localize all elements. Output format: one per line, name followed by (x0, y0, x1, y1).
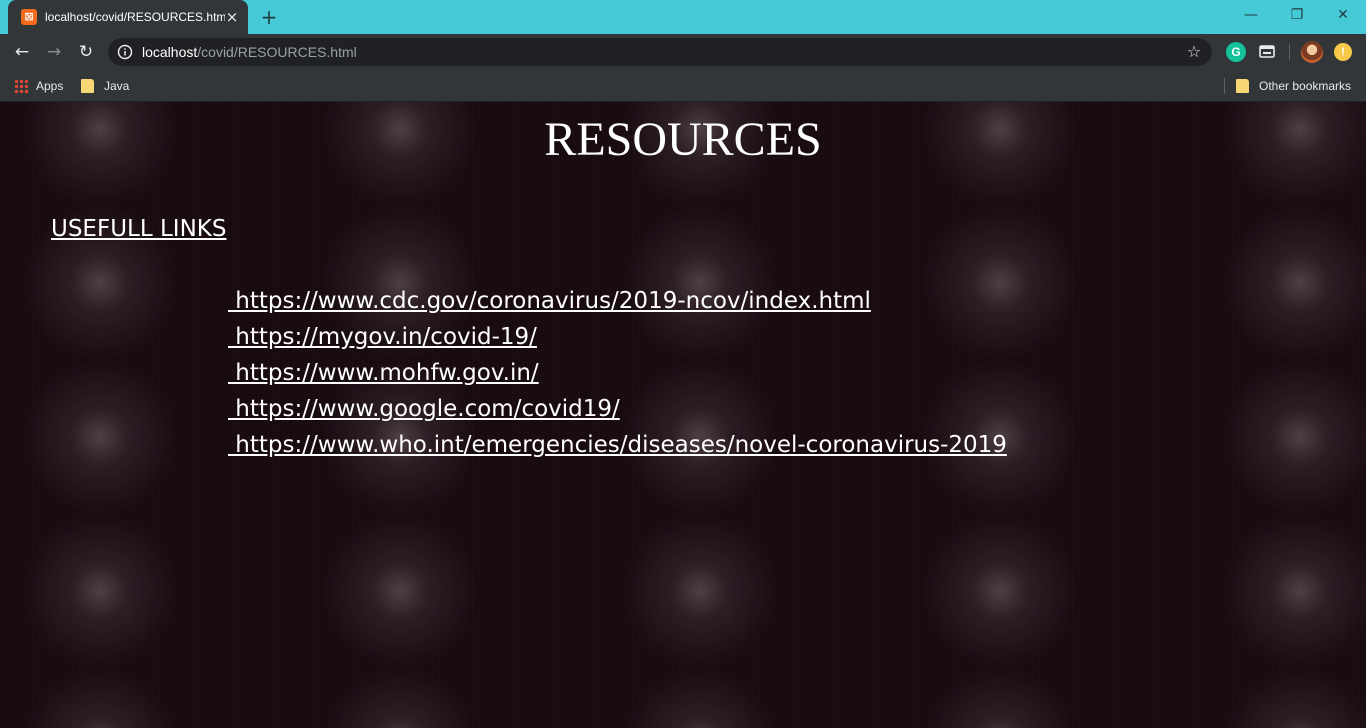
xampp-favicon-icon: ⊠ (21, 9, 37, 25)
tab-close-icon[interactable]: × (224, 9, 240, 25)
page-title: RESOURCES (544, 113, 822, 166)
list-item: https://www.who.int/emergencies/diseases… (228, 429, 1007, 465)
reload-icon[interactable]: ↻ (72, 38, 100, 66)
tab-resources[interactable]: ⊠ localhost/covid/RESOURCES.html × (8, 0, 248, 34)
tab-title: localhost/covid/RESOURCES.html (45, 10, 225, 24)
page-viewport: RESOURCES USEFULL LINKS https://www.cdc.… (0, 102, 1366, 728)
tab-strip: ⊠ localhost/covid/RESOURCES.html × + — ❐… (0, 0, 1366, 34)
restore-icon[interactable]: ❐ (1274, 0, 1320, 30)
link-who[interactable]: https://www.who.int/emergencies/diseases… (228, 432, 1007, 458)
folder-icon (81, 78, 94, 93)
apps-grid-icon (14, 78, 28, 93)
bookmark-other-label: Other bookmarks (1259, 79, 1352, 93)
url-path: /covid/RESOURCES.html (197, 44, 357, 60)
link-cdc[interactable]: https://www.cdc.gov/coronavirus/2019-nco… (228, 288, 871, 314)
bookmark-java-label: Java (104, 79, 130, 93)
toolbar-separator (1289, 44, 1290, 60)
grammarly-extension-icon[interactable]: G (1226, 42, 1246, 62)
address-bar[interactable]: localhost/covid/RESOURCES.html ☆ (108, 38, 1212, 66)
profile-avatar[interactable] (1301, 41, 1323, 63)
browser-window: ⊠ localhost/covid/RESOURCES.html × + — ❐… (0, 0, 1366, 728)
url-host: localhost (142, 44, 198, 60)
info-icon[interactable] (117, 44, 133, 60)
list-item: https://www.mohfw.gov.in/ (228, 357, 1007, 393)
browser-toolbar: ← → ↻ localhost/covid/RESOURCES.html ☆ G… (0, 34, 1366, 70)
window-close-icon[interactable]: ✕ (1320, 0, 1366, 30)
cast-extension-icon[interactable] (1257, 42, 1277, 62)
folder-icon (1236, 78, 1249, 93)
bookmarks-separator (1224, 78, 1225, 94)
list-item: https://www.google.com/covid19/ (228, 393, 1007, 429)
forward-arrow-icon[interactable]: → (40, 38, 68, 66)
bookmark-apps-label: Apps (36, 79, 64, 93)
bookmark-apps[interactable]: Apps (14, 76, 63, 96)
link-mohfw[interactable]: https://www.mohfw.gov.in/ (228, 360, 538, 386)
new-tab-icon[interactable]: + (258, 6, 280, 28)
bookmark-java-folder[interactable]: Java (81, 76, 129, 96)
bookmarks-bar: Apps Java Other bookmarks (0, 70, 1366, 102)
minimize-icon[interactable]: — (1228, 0, 1274, 30)
bookmark-other-folder[interactable]: Other bookmarks (1236, 76, 1351, 96)
useful-links-heading: USEFULL LINKS (51, 216, 227, 242)
back-arrow-icon[interactable]: ← (8, 38, 36, 66)
notification-extension-icon[interactable]: ! (1334, 43, 1352, 61)
url-text[interactable]: localhost/covid/RESOURCES.html (142, 44, 357, 60)
links-list: https://www.cdc.gov/coronavirus/2019-nco… (228, 285, 1007, 465)
list-item: https://mygov.in/covid-19/ (228, 321, 1007, 357)
link-google-covid19[interactable]: https://www.google.com/covid19/ (228, 396, 620, 422)
list-item: https://www.cdc.gov/coronavirus/2019-nco… (228, 285, 1007, 321)
bookmark-star-icon[interactable]: ☆ (1184, 42, 1204, 62)
link-mygov[interactable]: https://mygov.in/covid-19/ (228, 324, 537, 350)
